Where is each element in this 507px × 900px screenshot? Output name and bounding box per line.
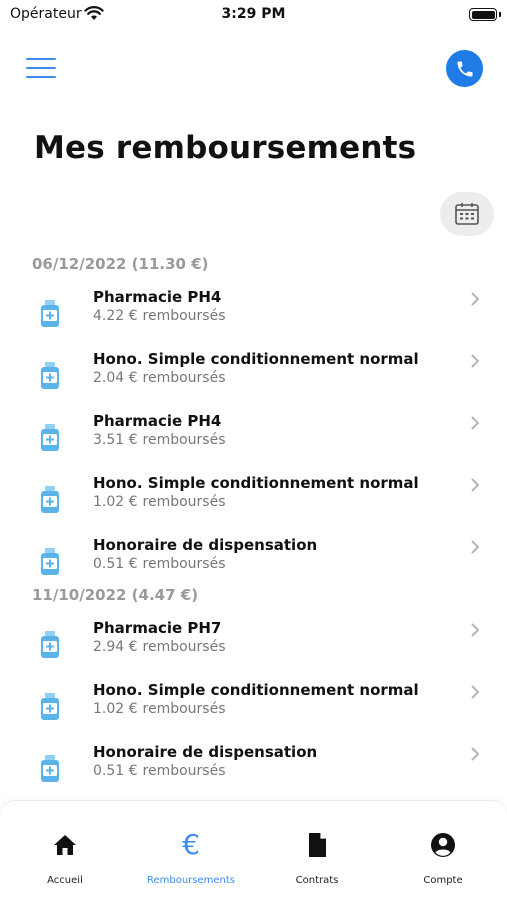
row-amount: 1.02 € (93, 701, 138, 717)
reimbursement-row[interactable]: Pharmacie PH4 4.22 € remboursés (0, 288, 507, 346)
row-amount: 0.51 € (93, 763, 138, 779)
battery-cap (499, 12, 501, 17)
document-icon (303, 831, 331, 859)
row-title: Honoraire de dispensation (93, 743, 318, 761)
reimbursement-row[interactable]: Hono. Simple conditionnement normal 1.02… (0, 681, 507, 739)
chevron-right-icon (471, 292, 480, 306)
row-subtitle: 1.02 € remboursés (93, 701, 226, 717)
chevron-right-icon (471, 747, 480, 761)
row-subtitle: 4.22 € remboursés (93, 308, 226, 324)
medicine-bottle-icon (41, 693, 59, 720)
row-status: remboursés (142, 763, 226, 779)
date-group-header: 06/12/2022 (11.30 €) (32, 255, 209, 273)
status-time: 3:29 PM (221, 6, 286, 22)
row-amount: 4.22 € (93, 308, 138, 324)
medicine-bottle-icon (41, 755, 59, 782)
row-amount: 1.02 € (93, 494, 138, 510)
row-amount: 2.04 € (93, 370, 138, 386)
chevron-right-icon (471, 540, 480, 554)
tab-bar: Accueil € Remboursements Contrats Compte (0, 800, 507, 900)
date-group-header: 11/10/2022 (4.47 €) (32, 586, 199, 604)
row-subtitle: 0.51 € remboursés (93, 556, 226, 572)
tab-label: Accueil (47, 875, 83, 886)
row-amount: 3.51 € (93, 432, 138, 448)
medicine-bottle-icon (41, 548, 59, 575)
row-status: remboursés (142, 370, 226, 386)
calendar-icon (455, 203, 479, 225)
chevron-right-icon (471, 354, 480, 368)
medicine-bottle-icon (41, 424, 59, 451)
chevron-right-icon (471, 416, 480, 430)
row-subtitle: 2.04 € remboursés (93, 370, 226, 386)
tab-label: Contrats (295, 875, 339, 886)
call-button[interactable] (446, 50, 483, 87)
tab-label: Remboursements (146, 875, 236, 886)
page-title: Mes remboursements (34, 130, 417, 166)
tab-contrats[interactable]: Contrats (254, 801, 380, 900)
medicine-bottle-icon (41, 362, 59, 389)
chevron-right-icon (471, 685, 480, 699)
row-amount: 2.94 € (93, 639, 138, 655)
chevron-right-icon (471, 623, 480, 637)
hamburger-menu-icon[interactable] (26, 56, 56, 80)
reimbursement-row[interactable]: Pharmacie PH7 2.94 € remboursés (0, 619, 507, 677)
tab-accueil[interactable]: Accueil (2, 801, 128, 900)
row-status: remboursés (142, 494, 226, 510)
row-status: remboursés (142, 556, 226, 572)
row-status: remboursés (142, 639, 226, 655)
tab-compte[interactable]: Compte (380, 801, 506, 900)
row-title: Pharmacie PH4 (93, 412, 222, 430)
reimbursement-row[interactable]: Pharmacie PH4 3.51 € remboursés (0, 412, 507, 470)
date-filter-button[interactable] (440, 192, 494, 236)
row-subtitle: 2.94 € remboursés (93, 639, 226, 655)
phone-icon (457, 61, 472, 76)
home-icon (51, 831, 79, 859)
row-status: remboursés (142, 308, 226, 324)
row-title: Hono. Simple conditionnement normal (93, 681, 419, 699)
tab-label: Compte (423, 875, 463, 886)
medicine-bottle-icon (41, 300, 59, 327)
status-bar: Opérateur 3:29 PM (0, 0, 507, 30)
medicine-bottle-icon (41, 631, 59, 658)
row-subtitle: 3.51 € remboursés (93, 432, 226, 448)
row-title: Pharmacie PH4 (93, 288, 222, 306)
tab-remboursements[interactable]: € Remboursements (128, 801, 254, 900)
row-title: Hono. Simple conditionnement normal (93, 474, 419, 492)
row-amount: 0.51 € (93, 556, 138, 572)
row-status: remboursés (142, 701, 226, 717)
reimbursement-row[interactable]: Hono. Simple conditionnement normal 2.04… (0, 350, 507, 408)
row-subtitle: 1.02 € remboursés (93, 494, 226, 510)
account-icon (429, 831, 457, 859)
row-title: Pharmacie PH7 (93, 619, 222, 637)
chevron-right-icon (471, 478, 480, 492)
battery-icon (469, 8, 497, 21)
reimbursement-row[interactable]: Hono. Simple conditionnement normal 1.02… (0, 474, 507, 532)
row-title: Honoraire de dispensation (93, 536, 318, 554)
euro-icon: € (177, 831, 205, 859)
row-title: Hono. Simple conditionnement normal (93, 350, 419, 368)
medicine-bottle-icon (41, 486, 59, 513)
row-status: remboursés (142, 432, 226, 448)
row-subtitle: 0.51 € remboursés (93, 763, 226, 779)
reimbursement-row[interactable]: Honoraire de dispensation 0.51 € rembours… (0, 743, 507, 801)
euro-glyph: € (182, 828, 200, 861)
